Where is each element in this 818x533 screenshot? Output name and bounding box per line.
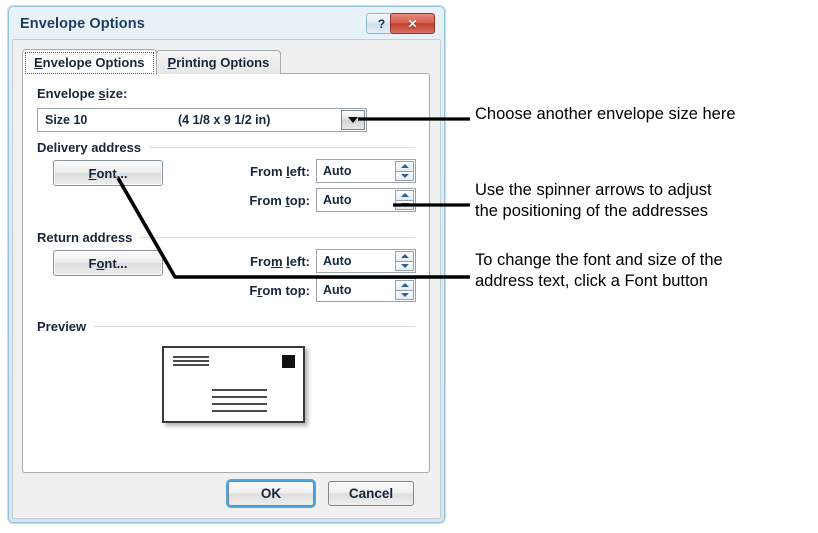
delivery-address-line <box>212 389 267 391</box>
delivery-from-left-row: From left: Auto <box>218 159 416 183</box>
chevron-down-glyph <box>348 117 358 123</box>
delivery-address-font-button[interactable]: Font... <box>53 160 163 186</box>
envelope-options-tab-page: Envelope size: Size 10 (4 1/8 x 9 1/2 in… <box>22 73 430 473</box>
dialog-client-area: Envelope Options Printing Options Envelo… <box>12 39 441 519</box>
delivery-from-left-spinner[interactable] <box>395 161 414 181</box>
delivery-from-top-label: From top: <box>249 192 310 208</box>
group-divider <box>149 147 415 148</box>
delivery-from-left-input[interactable]: Auto <box>316 159 416 183</box>
envelope-size-dimensions: (4 1/8 x 9 1/2 in) <box>178 113 271 127</box>
delivery-from-top-value: Auto <box>323 193 352 207</box>
return-address-line <box>173 364 209 366</box>
return-from-left-row: From left: Auto <box>218 249 416 273</box>
delivery-address-group-header: Delivery address <box>37 140 415 155</box>
return-from-top-input[interactable]: Auto <box>316 278 416 302</box>
return-from-top-label: From top: <box>249 282 310 298</box>
triangle-up-glyph <box>400 254 409 259</box>
tab-printing-options-accel: P <box>167 55 177 70</box>
triangle-up-glyph <box>400 193 409 198</box>
spinner-up-icon[interactable] <box>395 280 414 290</box>
spinner-up-icon[interactable] <box>395 190 414 200</box>
callout-font: To change the font and size of the addre… <box>475 251 723 291</box>
return-from-left-input[interactable]: Auto <box>316 249 416 273</box>
spinner-up-icon[interactable] <box>395 251 414 261</box>
spinner-down-icon[interactable] <box>395 289 414 300</box>
preview-label: Preview <box>37 319 87 334</box>
envelope-size-value: Size 10 <box>45 113 88 127</box>
delivery-from-left-label: From left: <box>250 163 310 179</box>
delivery-address-line <box>212 403 267 405</box>
tab-focus-outline <box>25 52 154 74</box>
triangle-down-glyph <box>400 202 409 207</box>
triangle-up-glyph <box>400 283 409 288</box>
return-address-group-header: Return address <box>37 230 415 245</box>
callout-spinners: Use the spinner arrows to adjust the pos… <box>475 181 712 221</box>
group-divider <box>140 237 415 238</box>
return-from-top-row: From top: Auto <box>218 278 416 302</box>
group-divider <box>94 326 415 327</box>
delivery-from-top-spinner[interactable] <box>395 190 414 210</box>
triangle-up-glyph <box>400 164 409 169</box>
return-from-left-label: From left: <box>250 253 310 269</box>
stamp-square-icon <box>282 355 295 368</box>
tab-printing-options-label: rinting Options <box>176 55 270 70</box>
return-from-top-spinner[interactable] <box>395 280 414 300</box>
envelope-size-combobox[interactable]: Size 10 (4 1/8 x 9 1/2 in) <box>37 108 367 132</box>
return-address-line <box>173 360 209 362</box>
close-icon-button[interactable]: ✕ <box>390 13 435 34</box>
delivery-address-line <box>212 396 267 398</box>
dialog-titlebar[interactable]: Envelope Options ? ✕ <box>12 10 441 41</box>
envelope-size-label: Envelope size: <box>37 86 128 101</box>
envelope-preview-image <box>162 346 305 423</box>
triangle-down-glyph <box>400 263 409 268</box>
triangle-down-glyph <box>400 292 409 297</box>
ok-button[interactable]: OK <box>228 481 314 506</box>
delivery-from-left-value: Auto <box>323 164 352 178</box>
cancel-button[interactable]: Cancel <box>328 481 414 506</box>
tab-printing-options[interactable]: Printing Options <box>155 50 282 74</box>
callout-envelope-size: Choose another envelope size here <box>475 105 736 123</box>
return-address-line <box>173 356 209 358</box>
spinner-down-icon[interactable] <box>395 260 414 271</box>
delivery-from-top-row: From top: Auto <box>218 188 416 212</box>
delivery-address-label: Delivery address <box>37 140 142 155</box>
triangle-down-glyph <box>400 173 409 178</box>
return-from-top-value: Auto <box>323 283 352 297</box>
dialog-title: Envelope Options <box>20 16 145 32</box>
chevron-down-icon[interactable] <box>341 110 365 130</box>
return-from-left-value: Auto <box>323 254 352 268</box>
preview-group-header: Preview <box>37 319 415 334</box>
return-from-left-spinner[interactable] <box>395 251 414 271</box>
tab-envelope-options[interactable]: Envelope Options <box>22 49 157 75</box>
spinner-down-icon[interactable] <box>395 199 414 210</box>
delivery-from-top-input[interactable]: Auto <box>316 188 416 212</box>
return-address-font-button[interactable]: Font... <box>53 250 163 276</box>
tab-strip: Envelope Options Printing Options <box>22 49 282 75</box>
delivery-address-line <box>212 410 267 412</box>
spinner-down-icon[interactable] <box>395 170 414 181</box>
envelope-options-dialog: Envelope Options ? ✕ Envelope Options Pr… <box>8 6 445 523</box>
return-address-label: Return address <box>37 230 133 245</box>
spinner-up-icon[interactable] <box>395 161 414 171</box>
